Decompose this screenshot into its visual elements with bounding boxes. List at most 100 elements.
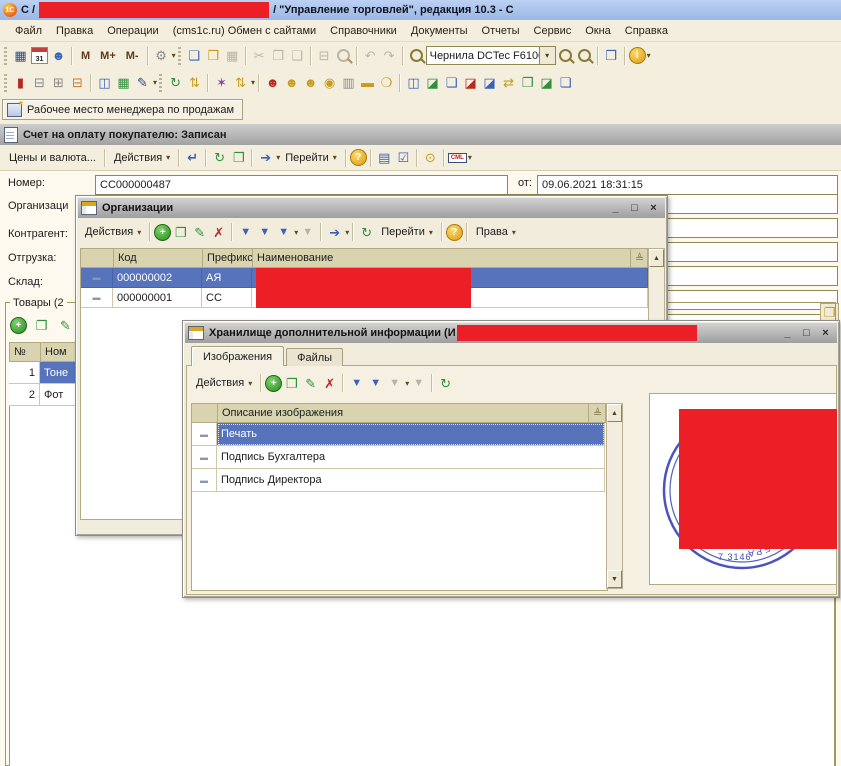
actions-button[interactable]: Действия▾ <box>80 225 146 239</box>
row-icon-column[interactable] <box>81 249 114 267</box>
refresh-icon[interactable]: ↻ <box>357 223 376 242</box>
cml-export-icon[interactable]: CML <box>448 153 467 163</box>
maximize-button[interactable]: □ <box>626 201 643 216</box>
list-settings-icon[interactable]: ▤ <box>375 148 394 167</box>
image-row[interactable]: ▬ Подпись Директора <box>192 469 605 492</box>
menu-file[interactable]: Файл <box>8 23 49 39</box>
goods-col-number[interactable]: № <box>10 343 41 361</box>
sort-icon[interactable]: ≜ <box>631 249 647 267</box>
inbox-icon[interactable]: ◪ <box>461 73 480 92</box>
search-icon[interactable] <box>407 46 426 65</box>
save-icon[interactable]: ▦ <box>223 46 242 65</box>
menu-catalogs[interactable]: Справочники <box>323 23 404 39</box>
filter-icon[interactable]: ▼ <box>236 223 255 242</box>
toolbar-grip[interactable] <box>4 74 7 92</box>
minimize-button[interactable]: _ <box>607 201 624 216</box>
workspace-tab-sales-manager[interactable]: Рабочее место менеджера по продажам <box>2 99 243 120</box>
chevron-down-icon[interactable]: ▾ <box>468 153 472 162</box>
go-icon[interactable]: ➔ <box>325 223 344 242</box>
document-blue-icon[interactable]: ❏ <box>556 73 575 92</box>
name-column-header[interactable]: Наименование <box>253 249 631 267</box>
menu-windows[interactable]: Окна <box>578 23 618 39</box>
add-row-icon[interactable]: + <box>10 317 27 334</box>
help-icon[interactable]: ? <box>350 149 367 166</box>
cash-icon[interactable]: ▬ <box>358 73 377 92</box>
edit-row-icon[interactable]: ✎ <box>56 316 75 335</box>
forward-icon[interactable]: ↷ <box>380 46 399 65</box>
calculator-icon[interactable]: ▦ <box>11 46 30 65</box>
buyer-icon[interactable]: ☻ <box>263 73 282 92</box>
filter-history-icon[interactable]: ▼ <box>385 374 404 393</box>
open-folder-icon[interactable]: ❐ <box>204 46 223 65</box>
print-document-icon[interactable]: ⊞ <box>49 73 68 92</box>
toolbar-grip[interactable] <box>4 47 7 65</box>
chevron-down-icon[interactable]: ▾ <box>345 228 349 237</box>
copy-icon[interactable]: ❐ <box>269 46 288 65</box>
copy-row-icon[interactable]: ❐ <box>32 316 51 335</box>
back-icon[interactable]: ↶ <box>361 46 380 65</box>
print-preview-icon[interactable] <box>334 46 353 65</box>
code-column-header[interactable]: Код <box>114 249 203 267</box>
calendar-icon[interactable]: 31 <box>30 46 49 65</box>
chevron-down-icon[interactable]: ▾ <box>647 51 651 60</box>
find-next-icon[interactable] <box>556 46 575 65</box>
checklist-icon[interactable]: ☑ <box>394 148 413 167</box>
storage-dialog-titlebar[interactable]: Хранилище дополнительной информации (И _… <box>185 323 837 343</box>
maximize-button[interactable]: □ <box>798 326 815 341</box>
document-money-icon[interactable]: ❐ <box>518 73 537 92</box>
report-book-icon[interactable]: ▮ <box>11 73 30 92</box>
organizations-dialog-titlebar[interactable]: Организации _ □ × <box>78 198 665 218</box>
data-exchange-icon[interactable]: ↻ <box>166 73 185 92</box>
menu-operations[interactable]: Операции <box>100 23 165 39</box>
window-list-icon[interactable]: ❒ <box>602 46 621 65</box>
monitor-order-icon[interactable]: ◫ <box>404 73 423 92</box>
toolbar-grip[interactable] <box>178 47 181 65</box>
tab-files[interactable]: Файлы <box>286 348 343 366</box>
menu-reports[interactable]: Отчеты <box>475 23 527 39</box>
copy-add-icon[interactable]: ❐ <box>229 148 248 167</box>
close-button[interactable]: × <box>645 201 662 216</box>
chevron-down-icon[interactable]: ▾ <box>539 47 555 64</box>
rights-button[interactable]: Права▾ <box>471 225 521 239</box>
goto-button[interactable]: Перейти▾ <box>376 225 438 239</box>
cash-register-icon[interactable]: ▦ <box>114 73 133 92</box>
coin-exchange-icon[interactable]: ⇄ <box>499 73 518 92</box>
go-icon[interactable]: ➔ <box>256 148 275 167</box>
minimize-button[interactable]: _ <box>779 326 796 341</box>
memory-plus-button[interactable]: М+ <box>95 50 121 62</box>
chevron-down-icon[interactable]: ▾ <box>251 78 255 87</box>
find-previous-icon[interactable] <box>575 46 594 65</box>
number-field[interactable]: СС000000487 <box>95 175 508 195</box>
tab-images[interactable]: Изображения <box>191 346 284 366</box>
image-row[interactable]: ▬ Печать <box>192 423 605 446</box>
money-transfer-icon[interactable]: ⇅ <box>185 73 204 92</box>
chevron-down-icon[interactable]: ▾ <box>172 51 176 60</box>
delete-icon[interactable]: ✗ <box>320 374 339 393</box>
print-icon[interactable]: ⊟ <box>315 46 334 65</box>
supplier-icon[interactable]: ☻ <box>282 73 301 92</box>
menu-documents[interactable]: Документы <box>404 23 475 39</box>
task2-icon[interactable]: ◪ <box>537 73 556 92</box>
actions-button[interactable]: Действия▾ <box>191 376 257 390</box>
prices-currency-button[interactable]: Цены и валюта... <box>4 151 101 165</box>
edit-icon[interactable]: ✎ <box>190 223 209 242</box>
goto-button[interactable]: Перейти▾ <box>280 151 342 165</box>
description-column-header[interactable]: Описание изображения <box>218 404 589 422</box>
bank-icon[interactable]: ▥ <box>339 73 358 92</box>
search-combobox[interactable]: Чернила DCTec F6100 ▾ <box>426 46 556 65</box>
refresh-icon[interactable]: ↻ <box>436 374 455 393</box>
memory-button[interactable]: М <box>76 50 95 62</box>
menu-help[interactable]: Справка <box>618 23 675 39</box>
paste-icon[interactable]: ❑ <box>288 46 307 65</box>
clear-filter-icon[interactable]: ▼ <box>409 374 428 393</box>
print-form-icon[interactable]: ⊟ <box>68 73 87 92</box>
add-icon[interactable]: + <box>265 375 282 392</box>
user-lock-icon[interactable]: ☻ <box>49 46 68 65</box>
sort-icon[interactable]: ≜ <box>589 404 605 422</box>
document-person-icon[interactable]: ❏ <box>442 73 461 92</box>
filter-settings-icon[interactable]: ▼ <box>366 374 385 393</box>
customer-icon[interactable]: ☻ <box>301 73 320 92</box>
delete-icon[interactable]: ✗ <box>209 223 228 242</box>
money-transfer2-icon[interactable]: ⇅ <box>231 73 250 92</box>
toolbar-grip[interactable] <box>159 74 162 92</box>
